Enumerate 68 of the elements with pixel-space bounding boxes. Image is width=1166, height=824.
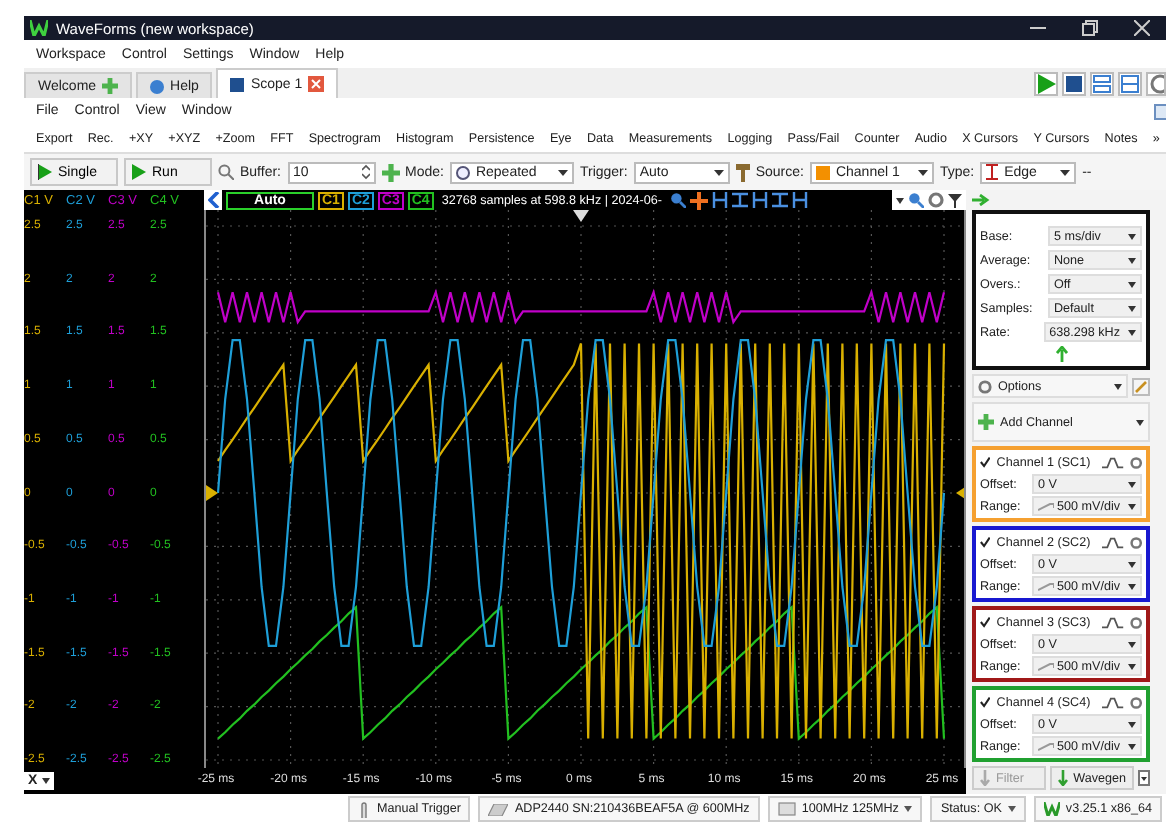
trigger-marker-icon[interactable] [206, 485, 218, 501]
caret-icon [1128, 503, 1136, 509]
caret-icon [1128, 305, 1136, 311]
caret-icon[interactable] [896, 197, 904, 203]
caret-icon [1128, 583, 1136, 589]
caret-icon [1128, 721, 1136, 727]
caret-icon [41, 778, 50, 784]
device-icon [488, 803, 509, 815]
caret-icon [1114, 383, 1122, 389]
cursor-tool-icon[interactable] [751, 192, 768, 208]
scope-icon [230, 77, 245, 91]
caret-icon [1128, 257, 1136, 263]
caret-icon [1128, 481, 1136, 487]
caret-icon [557, 169, 568, 175]
zoom-icon[interactable] [669, 192, 686, 208]
caret-icon [1060, 169, 1071, 175]
close-icon[interactable] [1134, 20, 1150, 36]
stop-icon[interactable] [1062, 71, 1086, 95]
caret-icon [713, 169, 724, 175]
waveform-icon[interactable] [1102, 455, 1124, 469]
plus-icon [978, 414, 994, 430]
caret-icon [1128, 233, 1136, 239]
app-logo-icon [30, 20, 48, 36]
back-icon[interactable] [206, 190, 222, 210]
spinner-icon [361, 164, 369, 180]
arrow-icon [980, 770, 990, 786]
checkmark-icon[interactable] [980, 456, 991, 468]
checkmark-icon[interactable] [980, 696, 991, 708]
caret-icon [1128, 281, 1136, 287]
cursor-tool-icon[interactable] [791, 192, 808, 208]
crosshair-icon[interactable] [689, 191, 708, 209]
window-icon[interactable] [1154, 103, 1166, 119]
checkmark-icon[interactable] [980, 616, 991, 628]
restore-icon[interactable] [1082, 20, 1098, 36]
caret-icon [1128, 641, 1136, 647]
caret-icon [917, 169, 928, 175]
caret-icon [1136, 419, 1144, 425]
caret-icon [1128, 743, 1136, 749]
caret-icon [1128, 561, 1136, 567]
stack-icon[interactable] [1090, 71, 1114, 95]
caret-icon [904, 806, 913, 812]
cursor-tool-icon[interactable] [711, 192, 728, 208]
checkmark-icon[interactable] [980, 536, 991, 548]
caret-icon [1128, 329, 1136, 335]
hammer-icon[interactable] [735, 163, 750, 181]
search-icon[interactable] [218, 164, 234, 180]
cursor-tool-icon[interactable] [771, 192, 788, 208]
arrow-icon[interactable] [972, 194, 990, 206]
zoom-icon[interactable] [908, 192, 924, 208]
caret-icon [1007, 806, 1016, 812]
waveform-icon[interactable] [1102, 695, 1124, 709]
plus-icon [102, 78, 119, 94]
play-icon [132, 164, 146, 180]
cursor-tool-icon[interactable] [731, 192, 748, 208]
app-logo-icon [1043, 802, 1060, 816]
waveform-icon[interactable] [1102, 615, 1124, 629]
radio-icon [455, 165, 470, 179]
help-icon [150, 79, 165, 93]
chip-icon [777, 802, 796, 816]
arrow-icon [1057, 770, 1068, 786]
pencil-icon[interactable] [1132, 377, 1150, 395]
split-icon[interactable] [1118, 71, 1142, 95]
caret-icon [1128, 663, 1136, 669]
play-icon[interactable] [1034, 71, 1058, 95]
edge-icon [986, 164, 999, 180]
arrow-icon[interactable] [1055, 346, 1067, 362]
waveform-icon[interactable] [1102, 535, 1124, 549]
play-icon [38, 164, 52, 180]
